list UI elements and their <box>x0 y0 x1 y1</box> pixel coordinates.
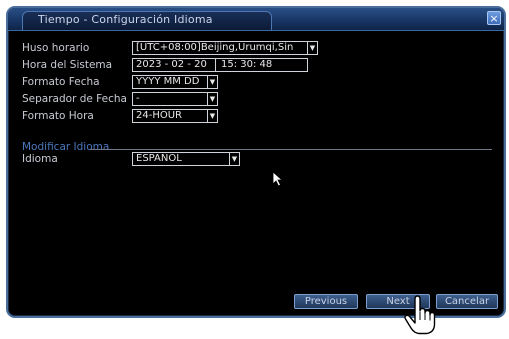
date-format-value: YYYY MM DD <box>136 76 200 87</box>
cancel-button[interactable]: Cancelar <box>436 294 498 309</box>
date-separator-label: Separador de Fecha <box>22 93 127 105</box>
language-section-heading: Modificar Idioma <box>22 141 110 153</box>
system-time-field[interactable]: 2023 - 02 - 20 15: 30: 48 <box>132 58 308 72</box>
timezone-select[interactable]: [UTC+08:00]Beijing,Urumqi,Sin ▼ <box>132 41 318 55</box>
arrow-cursor-icon <box>272 171 284 187</box>
system-time-label: Hora del Sistema <box>22 59 113 71</box>
hand-pointer-icon <box>404 295 436 335</box>
date-separator-value: - <box>136 93 140 104</box>
time-format-value: 24-HOUR <box>136 110 182 121</box>
date-format-select[interactable]: YYYY MM DD ▼ <box>132 75 218 89</box>
chevron-down-icon: ▼ <box>229 153 239 165</box>
settings-dialog: Tiempo - Configuración Idioma × Huso hor… <box>6 6 506 318</box>
timezone-value: [UTC+08:00]Beijing,Urumqi,Sin <box>136 42 294 53</box>
section-divider <box>90 149 492 150</box>
language-value: ESPAÑOL <box>136 153 182 164</box>
date-format-label: Formato Fecha <box>22 76 100 88</box>
date-separator-select[interactable]: - ▼ <box>132 92 218 106</box>
language-label: Idioma <box>22 153 58 165</box>
system-clock-value: 15: 30: 48 <box>221 59 273 70</box>
language-select[interactable]: ESPAÑOL ▼ <box>132 152 240 166</box>
previous-button[interactable]: Previous <box>294 294 358 309</box>
chevron-down-icon: ▼ <box>207 76 217 88</box>
chevron-down-icon: ▼ <box>207 110 217 122</box>
window-title: Tiempo - Configuración Idioma <box>38 13 213 26</box>
timezone-label: Huso horario <box>22 42 90 54</box>
chevron-down-icon: ▼ <box>307 42 317 54</box>
system-date-value: 2023 - 02 - 20 <box>136 59 207 70</box>
chevron-down-icon: ▼ <box>207 93 217 105</box>
date-time-divider <box>215 59 216 71</box>
close-button[interactable]: × <box>487 11 501 25</box>
title-bar: Tiempo - Configuración Idioma × <box>8 8 504 31</box>
time-format-label: Formato Hora <box>22 110 94 122</box>
time-format-select[interactable]: 24-HOUR ▼ <box>132 109 218 123</box>
